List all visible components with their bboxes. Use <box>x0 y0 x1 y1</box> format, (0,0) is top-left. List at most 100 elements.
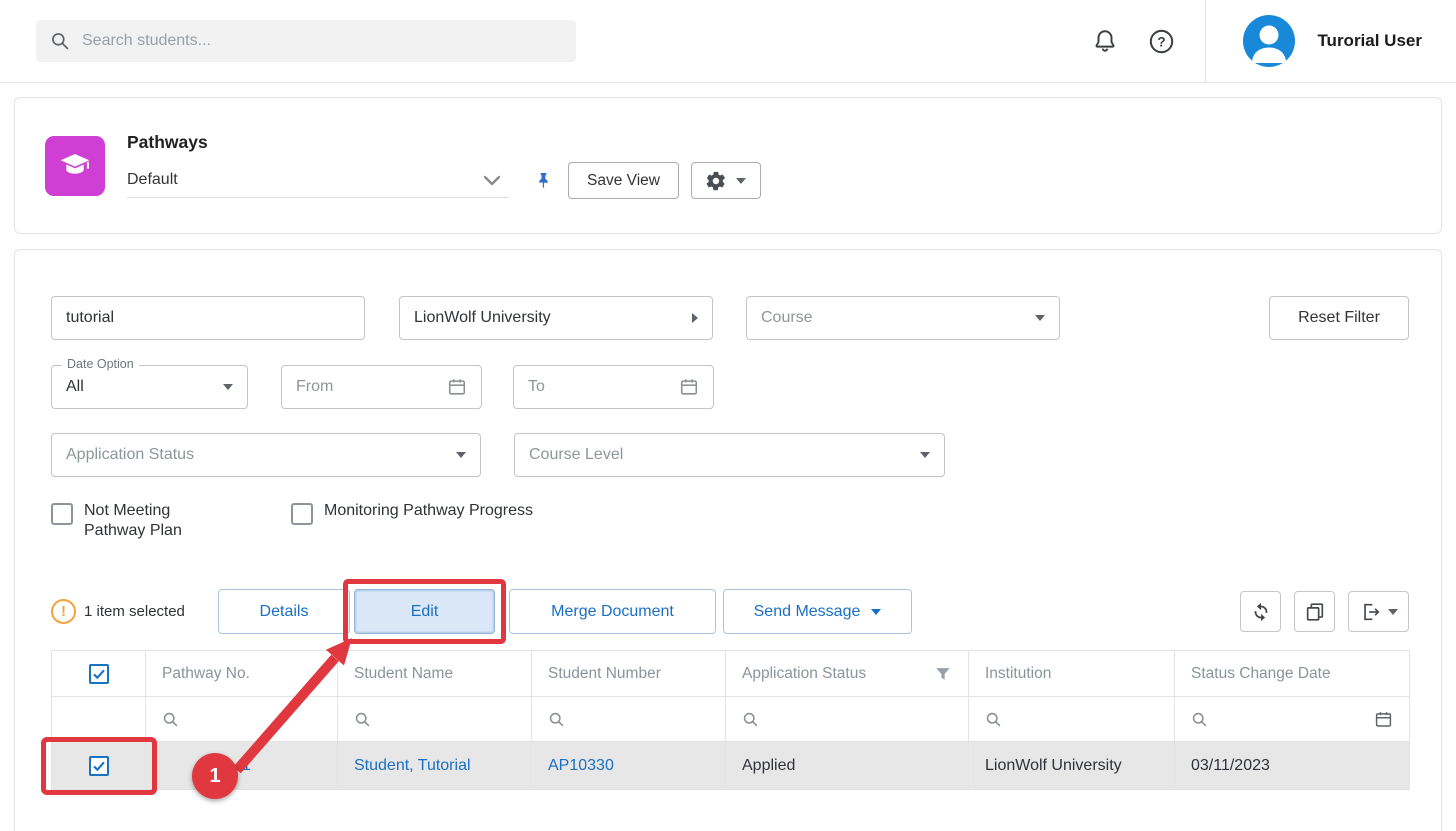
details-button[interactable]: Details <box>218 589 350 634</box>
annotation-step-badge: 1 <box>192 753 238 799</box>
caret-down-icon <box>223 384 233 390</box>
column-search-icon[interactable] <box>354 711 515 728</box>
toolbar: ! 1 item selected Details Edit Merge Doc… <box>51 589 1409 634</box>
keyword-filter-input[interactable] <box>51 296 365 340</box>
not-meeting-checkbox[interactable] <box>51 503 73 525</box>
topbar-divider <box>1205 0 1206 82</box>
column-search-icon[interactable] <box>742 711 952 728</box>
monitoring-checkbox[interactable] <box>291 503 313 525</box>
filter-row-1: LionWolf University Course Reset Filter <box>51 296 1409 340</box>
calendar-icon[interactable] <box>679 377 699 397</box>
column-header-institution[interactable]: Institution <box>985 665 1051 682</box>
save-view-button[interactable]: Save View <box>568 162 679 199</box>
table-filter-row <box>52 697 1410 742</box>
bell-icon <box>1092 28 1118 54</box>
results-panel: LionWolf University Course Reset Filter … <box>14 249 1442 831</box>
student-number-link[interactable]: AP10330 <box>548 757 614 774</box>
filter-row-2: Date Option All From To <box>51 365 1409 409</box>
view-settings-button[interactable] <box>691 162 761 199</box>
date-to-placeholder: To <box>528 378 545 396</box>
refresh-icon <box>1250 601 1272 623</box>
status-change-date-cell: 03/11/2023 <box>1191 757 1270 774</box>
send-message-button[interactable]: Send Message <box>723 589 912 634</box>
not-meeting-label: Not Meeting Pathway Plan <box>84 501 202 541</box>
keyword-input[interactable] <box>66 309 350 327</box>
export-button[interactable] <box>1348 591 1409 632</box>
pin-icon <box>534 168 553 193</box>
graduation-cap-icon <box>57 148 93 184</box>
select-all-checkbox[interactable] <box>89 664 109 684</box>
svg-text:?: ? <box>1158 34 1166 49</box>
pathways-icon <box>45 136 105 196</box>
pin-view-button[interactable] <box>534 168 553 193</box>
edit-button[interactable]: Edit <box>354 589 495 634</box>
table-row[interactable]: 1 Student, Tutorial AP10330 Applied Lion… <box>52 742 1410 790</box>
refresh-button[interactable] <box>1240 591 1281 632</box>
table-header-row: Pathway No. Student Name Student Number … <box>52 651 1410 697</box>
search-box[interactable] <box>36 20 576 62</box>
calendar-icon[interactable] <box>447 377 467 397</box>
copy-icon <box>1304 601 1326 623</box>
caret-down-icon <box>1388 609 1398 615</box>
filter-checkbox-row: Not Meeting Pathway Plan Monitoring Path… <box>51 501 1409 541</box>
user-name: Turorial User <box>1317 31 1456 51</box>
column-search-icon[interactable] <box>162 711 321 728</box>
course-filter-select[interactable]: Course <box>746 296 1060 340</box>
caret-down-icon <box>871 609 881 615</box>
caret-down-icon <box>736 178 746 184</box>
search-icon <box>50 31 70 51</box>
column-header-student-name[interactable]: Student Name <box>354 665 453 682</box>
student-name-link[interactable]: Student, Tutorial <box>354 757 471 774</box>
send-message-label: Send Message <box>754 603 861 621</box>
monitoring-label: Monitoring Pathway Progress <box>324 501 533 521</box>
view-select[interactable]: Default <box>127 164 508 198</box>
column-header-pathway-no[interactable]: Pathway No. <box>162 665 250 682</box>
application-status-cell: Applied <box>742 757 795 774</box>
column-header-application-status[interactable]: Application Status <box>742 665 866 683</box>
annotation-step-number: 1 <box>209 765 220 788</box>
avatar[interactable] <box>1243 15 1295 67</box>
help-button[interactable]: ? <box>1148 28 1175 55</box>
info-icon: ! <box>51 599 76 624</box>
institution-filter-value: LionWolf University <box>414 309 551 327</box>
column-search-icon[interactable] <box>985 711 1158 728</box>
date-option-select[interactable]: Date Option All <box>51 365 248 409</box>
filter-funnel-icon[interactable] <box>934 665 952 683</box>
merge-document-button[interactable]: Merge Document <box>509 589 716 634</box>
calendar-icon[interactable] <box>1374 710 1393 729</box>
caret-right-icon <box>692 313 698 323</box>
column-search-icon[interactable] <box>548 711 709 728</box>
search-input[interactable] <box>82 32 562 50</box>
pathways-header-card: Pathways Default Save View <box>14 97 1442 234</box>
date-from-input[interactable]: From <box>281 365 482 409</box>
topbar: ? Turorial User <box>0 0 1456 83</box>
reset-filter-button[interactable]: Reset Filter <box>1269 296 1409 340</box>
page-title: Pathways <box>127 132 761 153</box>
caret-down-icon <box>456 452 466 458</box>
application-status-placeholder: Application Status <box>66 446 194 464</box>
export-icon <box>1360 601 1382 623</box>
copy-button[interactable] <box>1294 591 1335 632</box>
help-icon: ? <box>1148 28 1175 55</box>
date-option-value: All <box>66 378 84 396</box>
date-option-label: Date Option <box>62 357 139 371</box>
date-to-input[interactable]: To <box>513 365 714 409</box>
column-header-student-number[interactable]: Student Number <box>548 665 661 682</box>
institution-cell: LionWolf University <box>985 757 1122 774</box>
application-status-select[interactable]: Application Status <box>51 433 481 477</box>
results-table: Pathway No. Student Name Student Number … <box>51 650 1410 790</box>
row-checkbox[interactable] <box>89 756 109 776</box>
institution-filter-select[interactable]: LionWolf University <box>399 296 713 340</box>
course-level-select[interactable]: Course Level <box>514 433 945 477</box>
column-header-status-change-date[interactable]: Status Change Date <box>1191 665 1331 682</box>
column-search-icon[interactable] <box>1191 711 1208 728</box>
course-filter-placeholder: Course <box>761 309 813 327</box>
selected-count: 1 item selected <box>84 603 202 620</box>
pathway-no-link[interactable]: 1 <box>242 757 251 775</box>
course-level-placeholder: Course Level <box>529 446 623 464</box>
gear-icon <box>705 170 727 192</box>
topbar-right: ? Turorial User <box>1092 0 1456 82</box>
notifications-button[interactable] <box>1092 28 1118 54</box>
date-from-placeholder: From <box>296 378 333 396</box>
view-select-value: Default <box>127 171 178 189</box>
